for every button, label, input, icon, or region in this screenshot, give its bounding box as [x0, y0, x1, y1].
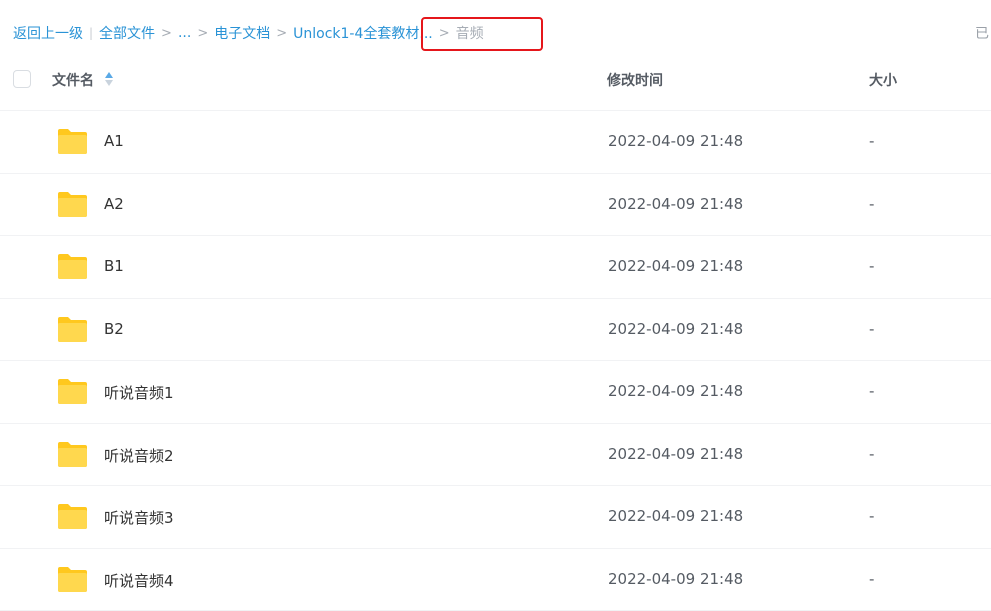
- file-name[interactable]: 听说音频2: [104, 445, 174, 466]
- breadcrumb: 返回上一级 | 全部文件 > ... > 电子文档 > Unlock1-4全套教…: [13, 22, 484, 44]
- file-name[interactable]: 听说音频4: [104, 570, 174, 591]
- file-row[interactable]: B2 2022-04-09 21:48 -: [0, 299, 991, 362]
- file-row[interactable]: A2 2022-04-09 21:48 -: [0, 174, 991, 237]
- folder-icon: [57, 316, 88, 343]
- breadcrumb-all-files[interactable]: 全部文件: [99, 23, 155, 43]
- file-row[interactable]: 听说音频1 2022-04-09 21:48 -: [0, 361, 991, 424]
- file-row[interactable]: A1 2022-04-09 21:48 -: [0, 111, 991, 174]
- file-name[interactable]: A2: [104, 195, 124, 213]
- folder-icon: [57, 503, 88, 530]
- file-row[interactable]: B1 2022-04-09 21:48 -: [0, 236, 991, 299]
- breadcrumb-separator: >: [197, 26, 208, 41]
- file-size: -: [869, 320, 874, 338]
- file-size: -: [869, 507, 874, 525]
- file-modified-time: 2022-04-09 21:48: [608, 507, 743, 525]
- file-modified-time: 2022-04-09 21:48: [608, 445, 743, 463]
- breadcrumb-ellipsis[interactable]: ...: [178, 25, 191, 41]
- breadcrumb-divider: |: [89, 26, 93, 40]
- file-name[interactable]: A1: [104, 132, 124, 150]
- file-modified-time: 2022-04-09 21:48: [608, 382, 743, 400]
- breadcrumb-separator: >: [161, 26, 172, 41]
- breadcrumb-docs[interactable]: 电子文档: [214, 23, 270, 43]
- file-modified-time: 2022-04-09 21:48: [608, 195, 743, 213]
- folder-icon: [57, 191, 88, 218]
- file-name[interactable]: B2: [104, 320, 124, 338]
- breadcrumb-unlock[interactable]: Unlock1-4全套教材...: [293, 23, 433, 43]
- file-name[interactable]: 听说音频3: [104, 507, 174, 528]
- select-all-checkbox[interactable]: [13, 70, 31, 88]
- file-size: -: [869, 132, 874, 150]
- column-header-time[interactable]: 修改时间: [607, 70, 663, 90]
- file-name[interactable]: B1: [104, 257, 124, 275]
- file-row[interactable]: 听说音频4 2022-04-09 21:48 -: [0, 549, 991, 611]
- file-modified-time: 2022-04-09 21:48: [608, 132, 743, 150]
- file-size: -: [869, 257, 874, 275]
- file-size: -: [869, 445, 874, 463]
- folder-icon: [57, 441, 88, 468]
- file-size: -: [869, 382, 874, 400]
- file-modified-time: 2022-04-09 21:48: [608, 570, 743, 588]
- file-modified-time: 2022-04-09 21:48: [608, 257, 743, 275]
- folder-icon: [57, 128, 88, 155]
- back-link[interactable]: 返回上一级: [13, 23, 83, 43]
- file-size: -: [869, 570, 874, 588]
- sort-icon[interactable]: [104, 71, 114, 87]
- highlight-annotation: [421, 17, 543, 51]
- folder-icon: [57, 566, 88, 593]
- folder-icon: [57, 378, 88, 405]
- column-header-name[interactable]: 文件名: [52, 70, 94, 90]
- breadcrumb-separator: >: [276, 26, 287, 41]
- folder-icon: [57, 253, 88, 280]
- file-row[interactable]: 听说音频2 2022-04-09 21:48 -: [0, 424, 991, 487]
- file-modified-time: 2022-04-09 21:48: [608, 320, 743, 338]
- file-list: A1 2022-04-09 21:48 - A2 2022-04-09 21:4…: [0, 111, 991, 611]
- file-size: -: [869, 195, 874, 213]
- file-name[interactable]: 听说音频1: [104, 382, 174, 403]
- file-list-header: 文件名 修改时间 大小: [0, 58, 991, 111]
- column-header-size[interactable]: 大小: [869, 70, 897, 90]
- file-row[interactable]: 听说音频3 2022-04-09 21:48 -: [0, 486, 991, 549]
- right-edge-text: 已: [975, 23, 989, 43]
